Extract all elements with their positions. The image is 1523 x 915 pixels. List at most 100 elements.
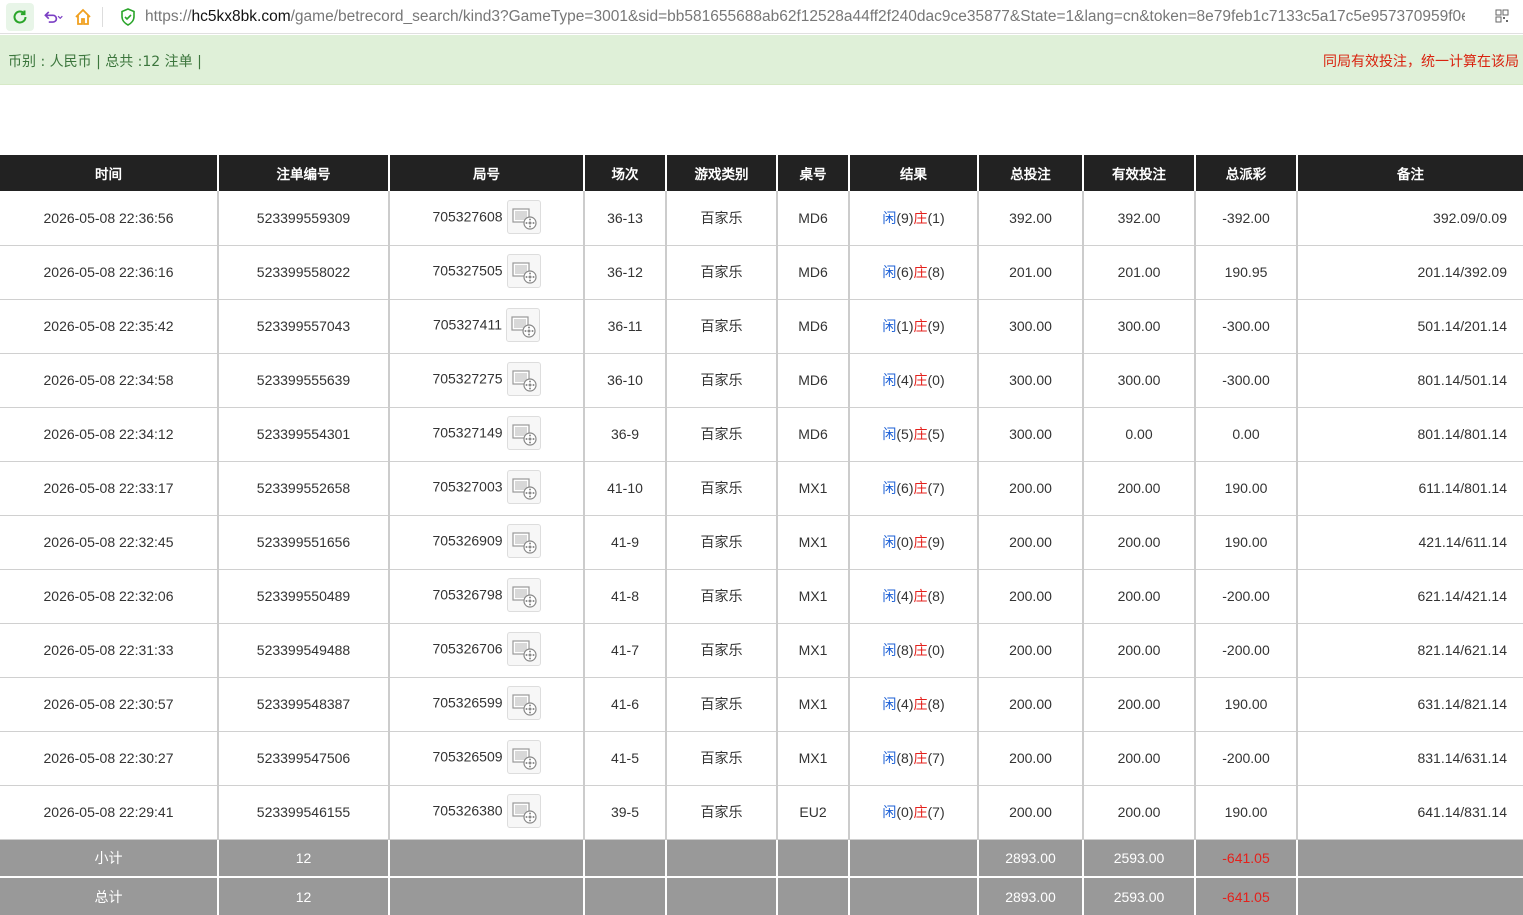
qr-code-icon[interactable] (1495, 9, 1509, 27)
cell-valid-bet: 200.00 (1083, 515, 1196, 570)
cell-payout: -392.00 (1195, 191, 1298, 246)
cell-table-no: MX1 (777, 731, 850, 786)
cell-payout: -200.00 (1195, 731, 1298, 786)
cell-round: 705327149 (389, 407, 585, 462)
info-bar: 币别 : 人民币 | 总共 :12 注单 | 同局有效投注，统一计算在该局 (0, 35, 1523, 85)
cell-round: 705326909 (389, 515, 585, 570)
column-header-result: 结果 (849, 155, 979, 191)
cell-table-no: MD6 (777, 245, 850, 300)
url-field[interactable]: https://hc5kx8bk.com/game/betrecord_sear… (145, 8, 1465, 26)
cell-round: 705327003 (389, 461, 585, 516)
banker-label: 庄 (913, 535, 928, 551)
summary-empty (584, 876, 667, 915)
cell-payout: -200.00 (1195, 623, 1298, 678)
url-path: /game/betrecord_search/kind3?GameType=30… (290, 7, 1465, 25)
cell-round: 705326380 (389, 785, 585, 840)
cell-note: 621.14/421.14 (1297, 569, 1523, 624)
video-replay-icon[interactable] (506, 470, 541, 504)
cell-table-no: MD6 (777, 353, 850, 408)
banker-points: (8) (927, 264, 945, 280)
video-replay-icon[interactable] (506, 578, 541, 612)
table-row: 2026-05-08 22:30:57 523399548387 705326599… (0, 677, 1523, 732)
cell-time: 2026-05-08 22:34:12 (0, 407, 219, 462)
cell-payout: -300.00 (1195, 353, 1298, 408)
summary-empty (1297, 839, 1523, 877)
cell-time: 2026-05-08 22:30:57 (0, 677, 219, 732)
round-number: 705326509 (432, 748, 503, 765)
column-header-total-bet: 总投注 (978, 155, 1084, 191)
cell-time: 2026-05-08 22:32:06 (0, 569, 219, 624)
cell-payout: -200.00 (1195, 569, 1298, 624)
reload-icon[interactable] (6, 2, 34, 31)
column-header-time: 时间 (0, 155, 219, 191)
cell-table-no: MD6 (777, 299, 850, 354)
table-row: 2026-05-08 22:30:27 523399547506 705326509… (0, 731, 1523, 786)
banker-label: 庄 (913, 589, 928, 605)
video-replay-icon[interactable] (506, 362, 541, 396)
cell-payout: 0.00 (1195, 407, 1298, 462)
round-number: 705326798 (432, 586, 503, 603)
cell-note: 801.14/801.14 (1297, 407, 1523, 462)
cell-total-bet: 300.00 (978, 407, 1084, 462)
table-row: 2026-05-08 22:31:33 523399549488 705326706… (0, 623, 1523, 678)
cell-result: 闲(4)庄(8) (849, 677, 979, 732)
player-label: 闲 (882, 589, 897, 605)
column-header-round: 局号 (389, 155, 585, 191)
video-replay-icon[interactable] (506, 524, 541, 558)
cell-shoe: 41-7 (584, 623, 667, 678)
cell-game-type: 百家乐 (666, 515, 778, 570)
cell-round: 705327275 (389, 353, 585, 408)
cell-shoe: 41-8 (584, 569, 667, 624)
video-replay-icon[interactable] (506, 686, 541, 720)
summary-empty (849, 839, 979, 877)
column-header-total-payout: 总派彩 (1195, 155, 1298, 191)
player-label: 闲 (882, 697, 897, 713)
video-replay-icon[interactable] (506, 794, 541, 828)
player-label: 闲 (882, 643, 897, 659)
home-icon[interactable] (72, 6, 94, 28)
player-points: (5) (896, 426, 914, 442)
column-header-note: 备注 (1297, 155, 1523, 191)
player-label: 闲 (882, 751, 897, 767)
banker-label: 庄 (913, 265, 928, 281)
summary-empty (777, 876, 850, 915)
round-number: 705326599 (432, 694, 503, 711)
cell-result: 闲(0)庄(7) (849, 785, 979, 840)
table-row: 2026-05-08 22:29:41 523399546155 705326380… (0, 785, 1523, 840)
cell-game-type: 百家乐 (666, 731, 778, 786)
player-points: (6) (896, 480, 914, 496)
banker-label: 庄 (913, 481, 928, 497)
shield-check-icon[interactable] (117, 6, 139, 28)
summary-payout: -641.05 (1195, 876, 1298, 915)
summary-empty (389, 839, 585, 877)
cell-total-bet: 200.00 (978, 569, 1084, 624)
video-replay-icon[interactable] (506, 632, 541, 666)
cell-payout: 190.00 (1195, 785, 1298, 840)
cell-payout: 190.00 (1195, 677, 1298, 732)
video-replay-icon[interactable] (506, 740, 541, 774)
cell-bet-id: 523399559309 (218, 191, 390, 246)
cell-payout: 190.95 (1195, 245, 1298, 300)
banker-points: (9) (927, 318, 945, 334)
banker-points: (8) (927, 696, 945, 712)
banker-label: 庄 (913, 319, 928, 335)
summary-total-bet: 2893.00 (978, 839, 1084, 877)
video-replay-icon[interactable] (506, 199, 541, 234)
summary-valid-bet: 2593.00 (1083, 876, 1196, 915)
cell-round: 705327505 (389, 245, 585, 300)
cell-shoe: 36-11 (584, 299, 667, 354)
cell-note: 631.14/821.14 (1297, 677, 1523, 732)
cell-payout: 190.00 (1195, 461, 1298, 516)
banker-points: (7) (927, 480, 945, 496)
cell-valid-bet: 200.00 (1083, 623, 1196, 678)
cell-time: 2026-05-08 22:33:17 (0, 461, 219, 516)
video-replay-icon[interactable] (506, 308, 541, 342)
url-host: hc5kx8bk.com (191, 7, 291, 25)
undo-icon[interactable] (42, 6, 64, 28)
cell-shoe: 41-10 (584, 461, 667, 516)
round-number: 705327505 (432, 262, 503, 279)
video-replay-icon[interactable] (506, 416, 541, 450)
cell-note: 641.14/831.14 (1297, 785, 1523, 840)
cell-payout: -300.00 (1195, 299, 1298, 354)
video-replay-icon[interactable] (506, 254, 541, 288)
